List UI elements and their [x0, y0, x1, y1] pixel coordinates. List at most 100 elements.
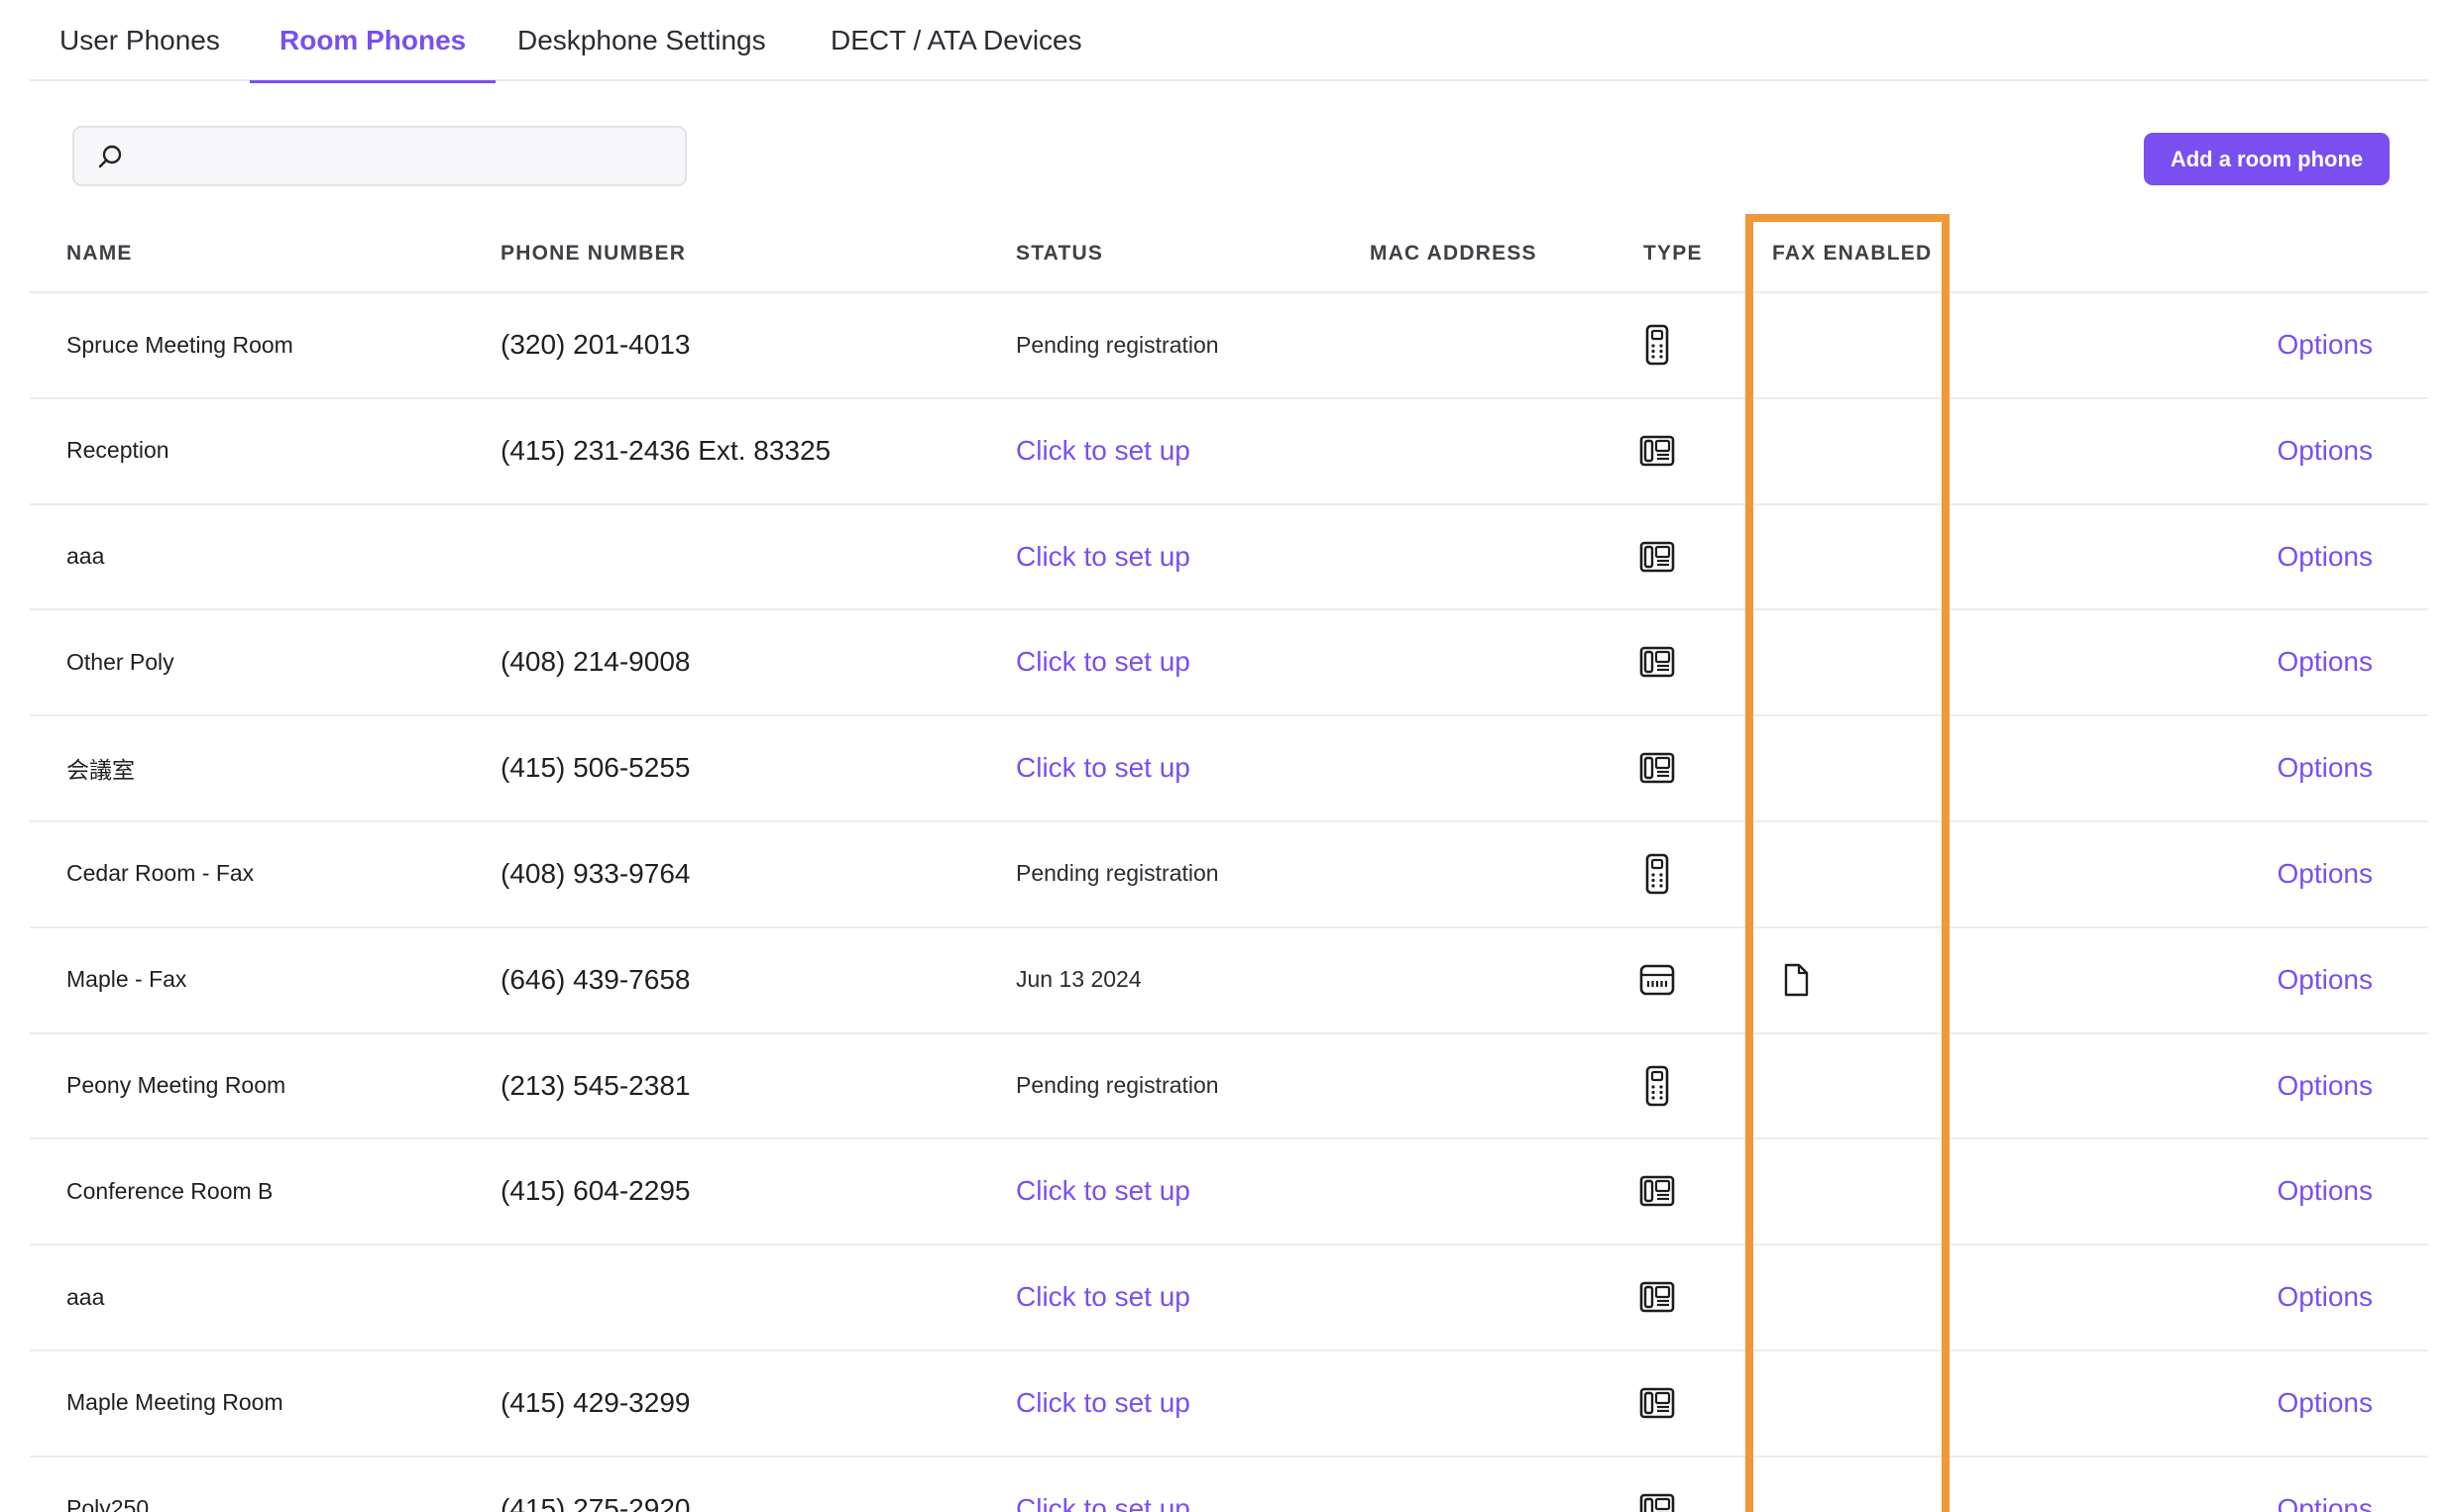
- column-header-status: STATUS: [1016, 242, 1104, 265]
- phone-number: (408) 933-9764: [501, 857, 691, 889]
- fax-enabled-cell: [1776, 293, 1816, 396]
- fax-enabled-cell: [1776, 716, 1816, 819]
- phone-number: (415) 506-5255: [501, 752, 691, 784]
- desk-phone-icon: [1632, 1458, 1682, 1512]
- phone-number: (408) 214-9008: [501, 646, 691, 678]
- options-link[interactable]: Options: [2278, 1245, 2374, 1349]
- table-row: Peony Meeting Room (213) 545-2381 Pending …: [30, 1034, 2428, 1140]
- desk-phone-icon: [1632, 505, 1682, 608]
- room-name: Reception: [66, 437, 169, 464]
- room-name: Poly250: [66, 1495, 150, 1512]
- options-link[interactable]: Options: [2278, 1458, 2374, 1512]
- room-name: aaa: [66, 1283, 105, 1310]
- options-link[interactable]: Options: [2278, 716, 2374, 819]
- options-link[interactable]: Options: [2278, 1139, 2374, 1242]
- table-row: Cedar Room - Fax (408) 933-9764 Pending re…: [30, 822, 2428, 928]
- fax-enabled-cell: [1776, 399, 1816, 502]
- desk-phone-icon: [1632, 1245, 1682, 1349]
- setup-link[interactable]: Click to set up: [1016, 399, 1190, 502]
- setup-link[interactable]: Click to set up: [1016, 716, 1190, 819]
- options-link[interactable]: Options: [2278, 293, 2374, 396]
- cordless-phone-icon: [1632, 1034, 1682, 1137]
- status-text: Jun 13 2024: [1016, 966, 1142, 993]
- desk-phone-icon: [1632, 1351, 1682, 1455]
- ata-device-icon: [1632, 928, 1682, 1031]
- phone-number: (415) 604-2295: [501, 1175, 691, 1207]
- fax-enabled-cell: [1776, 822, 1816, 925]
- tab-user-phones[interactable]: User Phones: [59, 0, 220, 81]
- table-row: Maple - Fax (646) 439-7658 Jun 13 2024 Opti…: [30, 928, 2428, 1034]
- phone-number: (213) 545-2381: [501, 1069, 691, 1101]
- options-link[interactable]: Options: [2278, 1351, 2374, 1455]
- search-box: [72, 126, 687, 186]
- document-icon: [1776, 928, 1816, 1031]
- room-name: Maple Meeting Room: [66, 1389, 283, 1416]
- desk-phone-icon: [1632, 1139, 1682, 1242]
- room-name: 会議室: [66, 757, 135, 784]
- tab-room-phones[interactable]: Room Phones: [250, 0, 497, 83]
- options-link[interactable]: Options: [2278, 610, 2374, 713]
- setup-link[interactable]: Click to set up: [1016, 1139, 1190, 1242]
- status-text: Pending registration: [1016, 1072, 1219, 1099]
- tab-label: User Phones: [59, 25, 220, 55]
- setup-link[interactable]: Click to set up: [1016, 1245, 1190, 1349]
- options-link[interactable]: Options: [2278, 1034, 2374, 1137]
- table-row: Reception (415) 231-2436 Ext. 83325 Click …: [30, 399, 2428, 505]
- setup-link[interactable]: Click to set up: [1016, 505, 1190, 608]
- table-row: Conference Room B (415) 604-2295 Click to …: [30, 1139, 2428, 1246]
- tab-label: DECT / ATA Devices: [831, 25, 1082, 55]
- column-header-fax: FAX ENABLED: [1772, 242, 1933, 265]
- options-link[interactable]: Options: [2278, 505, 2374, 608]
- desk-phone-icon: [1632, 716, 1682, 819]
- fax-enabled-cell: [1776, 1245, 1816, 1349]
- tab-label: Room Phones: [279, 25, 467, 55]
- room-phones-page: User Phones Room Phones Deskphone Settin…: [0, 0, 2455, 1512]
- search-input[interactable]: [140, 136, 665, 177]
- tab-bar: User Phones Room Phones Deskphone Settin…: [30, 0, 2428, 83]
- desk-phone-icon: [1632, 399, 1682, 502]
- cordless-phone-icon: [1632, 822, 1682, 925]
- phone-number: (415) 275-2920: [501, 1492, 691, 1512]
- fax-enabled-cell: [1776, 610, 1816, 713]
- cordless-phone-icon: [1632, 293, 1682, 396]
- room-name: Peony Meeting Room: [66, 1072, 286, 1099]
- table-row: Maple Meeting Room (415) 429-3299 Click to…: [30, 1351, 2428, 1458]
- table-row: aaa Click to set up Options: [30, 1245, 2428, 1351]
- status-text: Pending registration: [1016, 860, 1219, 887]
- table-row: Other Poly (408) 214-9008 Click to set up O…: [30, 610, 2428, 717]
- desk-phone-icon: [1632, 610, 1682, 713]
- room-name: Cedar Room - Fax: [66, 860, 255, 887]
- table-row: Poly250 (415) 275-2920 Click to set up Opti…: [30, 1458, 2428, 1512]
- phone-number: (646) 439-7658: [501, 963, 691, 995]
- room-name: Maple - Fax: [66, 966, 187, 993]
- fax-enabled-cell: [1776, 1458, 1816, 1512]
- room-phones-table: NAME PHONE NUMBER STATUS MAC ADDRESS TYP…: [30, 213, 2428, 1512]
- options-link[interactable]: Options: [2278, 822, 2374, 925]
- room-name: aaa: [66, 543, 105, 570]
- tab-deskphone-settings[interactable]: Deskphone Settings: [517, 0, 766, 81]
- room-name: Spruce Meeting Room: [66, 331, 293, 358]
- options-link[interactable]: Options: [2278, 399, 2374, 502]
- fax-enabled-cell: [1776, 1034, 1816, 1137]
- options-link[interactable]: Options: [2278, 928, 2374, 1031]
- table-row: 会議室 (415) 506-5255 Click to set up Options: [30, 716, 2428, 822]
- room-name: Other Poly: [66, 648, 174, 675]
- status-text: Pending registration: [1016, 331, 1219, 358]
- active-tab-indicator: [250, 80, 497, 83]
- column-header-phone: PHONE NUMBER: [501, 242, 687, 265]
- table-body: Spruce Meeting Room (320) 201-4013 Pending…: [30, 293, 2428, 1512]
- fax-enabled-cell: [1776, 505, 1816, 608]
- table-header: NAME PHONE NUMBER STATUS MAC ADDRESS TYP…: [30, 213, 2428, 293]
- table-row: Spruce Meeting Room (320) 201-4013 Pending…: [30, 293, 2428, 399]
- add-room-phone-button[interactable]: Add a room phone: [2144, 133, 2390, 185]
- column-header-type: TYPE: [1643, 242, 1703, 265]
- table-row: aaa Click to set up Options: [30, 505, 2428, 611]
- column-header-name: NAME: [66, 242, 133, 265]
- fax-enabled-cell: [1776, 1139, 1816, 1242]
- setup-link[interactable]: Click to set up: [1016, 610, 1190, 713]
- tab-dect-ata-devices[interactable]: DECT / ATA Devices: [831, 0, 1082, 81]
- search-icon: [98, 145, 122, 168]
- setup-link[interactable]: Click to set up: [1016, 1351, 1190, 1455]
- tab-label: Deskphone Settings: [517, 25, 766, 55]
- setup-link[interactable]: Click to set up: [1016, 1458, 1190, 1512]
